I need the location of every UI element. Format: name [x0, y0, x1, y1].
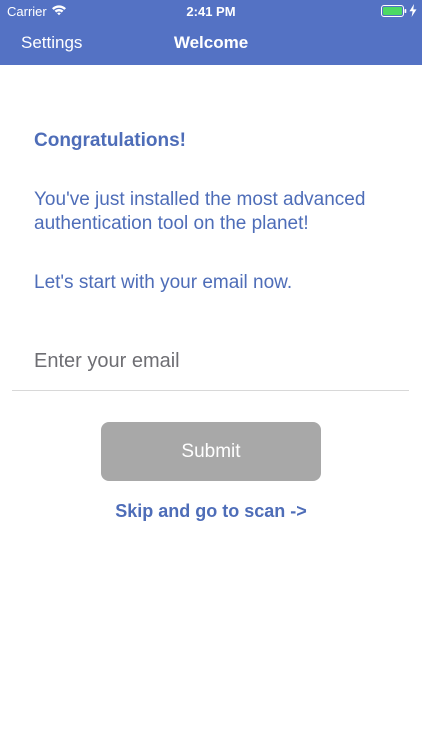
status-bar: Carrier 2:41 PM: [0, 0, 422, 22]
email-input-underline: [12, 390, 409, 391]
email-prompt-text: Let's start with your email now.: [34, 272, 293, 293]
navigation-bar: Carrier 2:41 PM Settings Welcome: [0, 0, 422, 65]
battery-icon: [381, 5, 407, 17]
email-input[interactable]: [34, 346, 394, 376]
status-time: 2:41 PM: [186, 4, 236, 19]
intro-text: You've just installed the most advanced …: [34, 189, 366, 234]
congratulations-heading: Congratulations!: [34, 130, 186, 151]
skip-to-scan-link[interactable]: Skip and go to scan ->: [0, 501, 422, 522]
settings-back-button[interactable]: Settings: [21, 33, 82, 53]
bolt-icon: [409, 4, 417, 17]
submit-button[interactable]: Submit: [101, 422, 321, 481]
